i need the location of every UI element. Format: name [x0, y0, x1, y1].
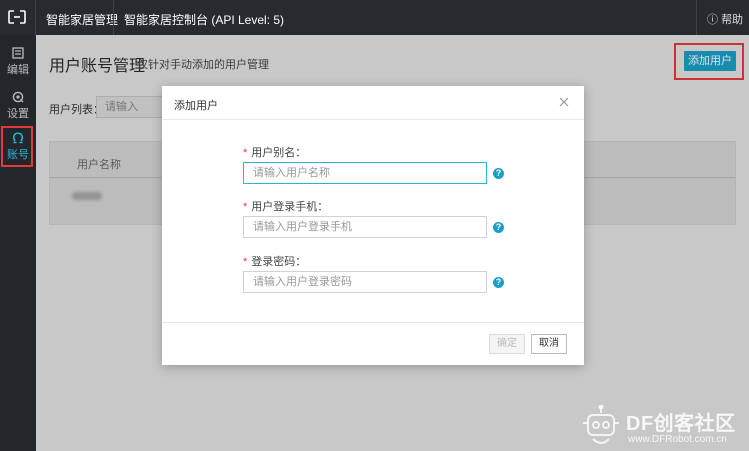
- watermark: DF创客社区 www.DFRobot.com.cn: [576, 403, 749, 451]
- confirm-button[interactable]: 确定: [489, 334, 525, 354]
- help-icon: ⓘ: [707, 14, 718, 26]
- help-link[interactable]: ⓘ 帮助: [696, 0, 749, 35]
- password-input[interactable]: 请输入用户登录密码: [243, 271, 487, 293]
- help-icon[interactable]: ?: [493, 277, 504, 288]
- required-marker: *: [243, 256, 248, 268]
- sidebar-item-edit[interactable]: 编辑: [0, 41, 36, 81]
- phone-label-text: 用户登录手机：: [251, 201, 329, 213]
- top-title-console[interactable]: 智能家居控制台 (API Level: 5): [124, 11, 284, 28]
- sidebar: 编辑 设置 账号: [0, 35, 36, 451]
- add-user-dialog: 添加用户 * 用户别名： 请输入用户名称 ? * 用户登录手机： 请输入用户登录手机…: [162, 86, 584, 365]
- sidebar-item-settings[interactable]: 设置: [0, 85, 36, 125]
- edit-icon: [12, 47, 24, 59]
- logo[interactable]: [0, 0, 36, 35]
- help-label: 帮助: [721, 14, 744, 26]
- dialog-title: 添加用户: [174, 100, 218, 112]
- top-divider: [113, 0, 114, 35]
- sidebar-account-highlight: [1, 126, 33, 167]
- dialog-header: 添加用户: [162, 86, 584, 120]
- sidebar-item-label: 设置: [7, 108, 29, 120]
- close-icon[interactable]: [557, 95, 571, 109]
- watermark-url: www.DFRobot.com.cn: [628, 434, 727, 445]
- logo-icon: [8, 10, 26, 24]
- phone-label: * 用户登录手机：: [243, 198, 328, 214]
- alias-label-text: 用户别名：: [251, 147, 307, 159]
- password-label-text: 登录密码：: [251, 256, 307, 268]
- alias-input[interactable]: 请输入用户名称: [243, 162, 487, 184]
- settings-icon: [12, 91, 24, 103]
- help-icon[interactable]: ?: [493, 222, 504, 233]
- robot-logo-icon: [583, 405, 619, 444]
- dialog-footer: 确定 取消: [162, 322, 584, 365]
- watermark-title: DF创客社区: [626, 413, 736, 435]
- cancel-button[interactable]: 取消: [531, 334, 567, 354]
- required-marker: *: [243, 201, 248, 213]
- top-bar: 智能家居管理 智能家居控制台 (API Level: 5) ⓘ 帮助: [0, 0, 749, 35]
- phone-input[interactable]: 请输入用户登录手机: [243, 216, 487, 238]
- help-icon[interactable]: ?: [493, 168, 504, 179]
- top-title-home[interactable]: 智能家居管理: [46, 11, 118, 28]
- alias-label: * 用户别名：: [243, 144, 306, 160]
- password-label: * 登录密码：: [243, 253, 306, 269]
- sidebar-item-label: 编辑: [7, 64, 29, 76]
- required-marker: *: [243, 147, 248, 159]
